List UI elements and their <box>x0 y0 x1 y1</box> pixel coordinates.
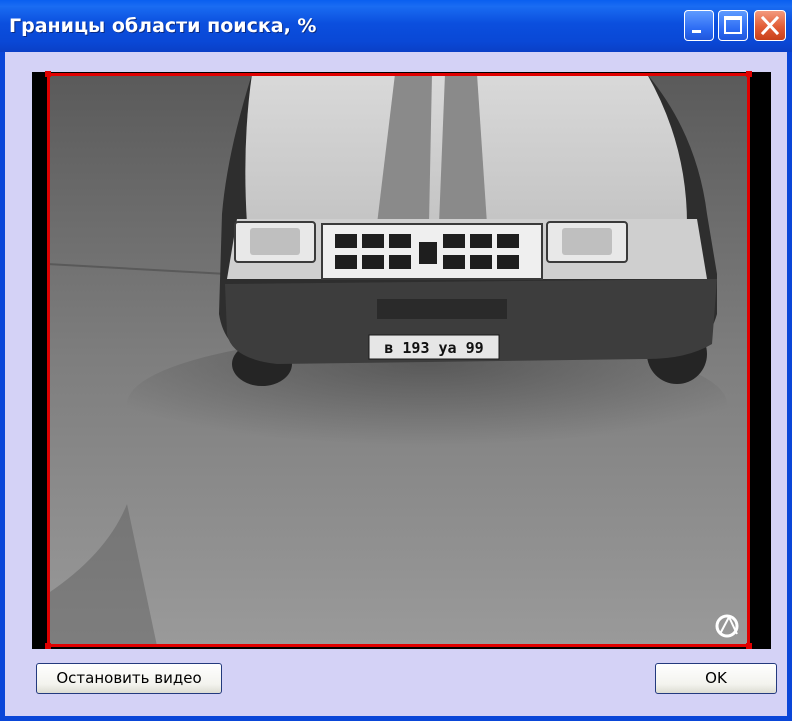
roi-handle-bottom-right[interactable] <box>746 643 752 649</box>
search-area-roi[interactable] <box>47 73 750 647</box>
close-icon <box>760 15 780 36</box>
ok-button[interactable]: OK <box>655 663 777 694</box>
maximize-icon <box>724 16 742 34</box>
roi-handle-top-right[interactable] <box>746 71 752 77</box>
maximize-button[interactable] <box>718 10 748 41</box>
close-button[interactable] <box>754 10 786 41</box>
minimize-button[interactable] <box>684 10 714 41</box>
video-frame: в 193 уа 99 <box>32 71 771 649</box>
stop-video-button[interactable]: Остановить видео <box>36 663 222 694</box>
title-bar[interactable]: Границы области поиска, % <box>0 0 792 52</box>
window-title: Границы области поиска, % <box>9 15 317 37</box>
minimize-icon <box>692 30 701 33</box>
dialog-client-area: в 193 уа 99 Остановить видео OK <box>5 52 787 716</box>
roi-handle-top-left[interactable] <box>45 71 51 77</box>
roi-handle-bottom-left[interactable] <box>45 643 51 649</box>
dialog-window: Границы области поиска, % в 193 уа 99 Ос… <box>0 0 792 721</box>
